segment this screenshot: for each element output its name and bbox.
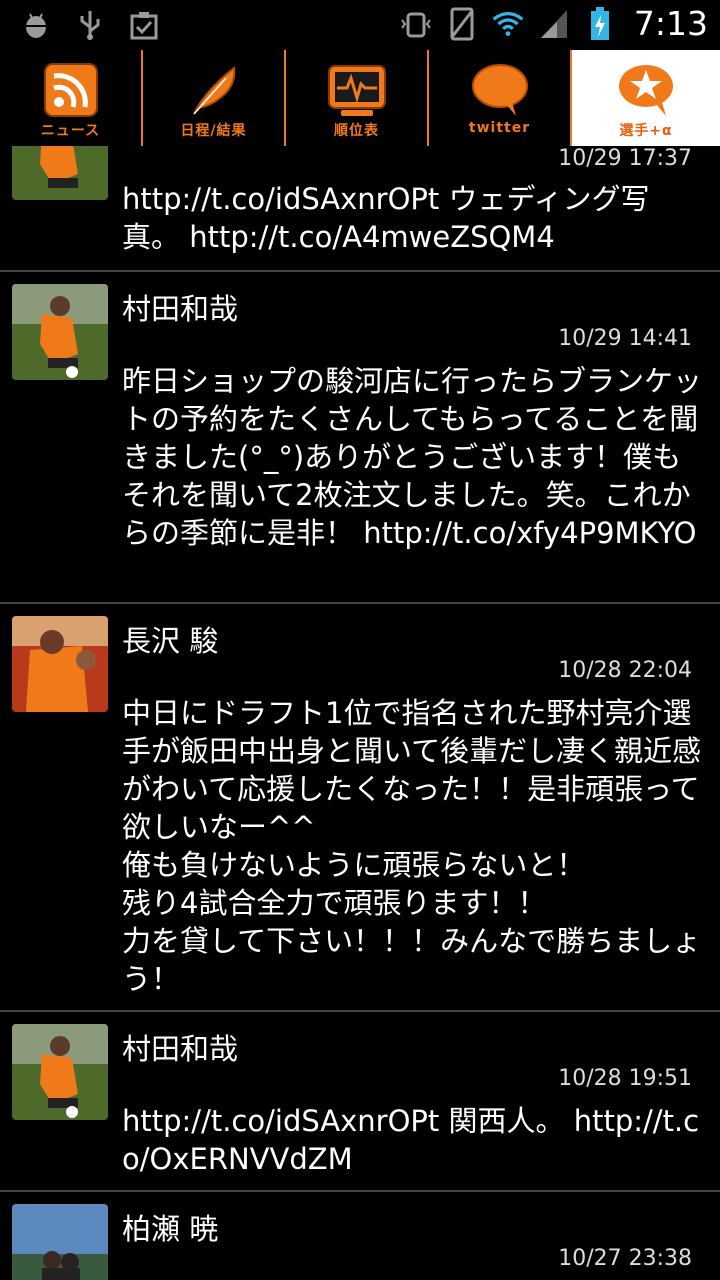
tab-bar: ニュース 日程/結果 順位表 twitter 選手+α — [0, 50, 720, 146]
tweet-item[interactable]: 柏瀬 暁 10/27 23:38 — [0, 1192, 720, 1280]
tab-schedule-label: 日程/結果 — [180, 123, 247, 139]
tweet-author: 村田和哉 — [122, 1032, 239, 1066]
tweet-time: 10/29 17:37 — [558, 146, 692, 171]
tab-twitter-label: twitter — [468, 120, 531, 136]
tab-news[interactable]: ニュース — [0, 50, 143, 146]
tweet-text: 中日にドラフト1位で指名された野村亮介選手が飯田中出身と聞いて後輩だし凄く親近感… — [122, 696, 702, 996]
battery-charging-icon — [584, 6, 616, 41]
avatar[interactable] — [12, 1204, 108, 1280]
tweet-item[interactable]: 村田和哉 10/28 19:51 http://t.co/idSAxnrOPt … — [0, 1012, 720, 1192]
avatar[interactable] — [12, 284, 108, 380]
tweet-text: 昨日ショップの駿河店に行ったらブランケットの予約をたくさんしてもらってることを聞… — [122, 364, 703, 550]
tweet-feed[interactable]: 10/29 17:37 http://t.co/idSAxnrOPt ウェディン… — [0, 146, 720, 1280]
status-bar: 7:13 — [0, 0, 720, 50]
tweet-time: 10/28 19:51 — [558, 1066, 692, 1091]
tab-players-label: 選手+α — [619, 123, 673, 139]
tweet-item[interactable]: 10/29 17:37 http://t.co/idSAxnrOPt ウェディン… — [0, 146, 720, 272]
rss-icon — [41, 62, 101, 118]
tweet-text: http://t.co/idSAxnrOPt 関西人。 http://t.co/… — [122, 1104, 700, 1176]
wifi-icon — [492, 7, 524, 41]
tweet-author: 村田和哉 — [122, 292, 239, 326]
clipboard-check-icon — [128, 8, 160, 42]
tweet-time: 10/28 22:04 — [558, 658, 692, 683]
tweet-time: 10/27 23:38 — [558, 1246, 692, 1271]
tweet-time: 10/29 14:41 — [558, 326, 692, 351]
speech-bubble-icon — [470, 62, 530, 118]
tab-standings[interactable]: 順位表 — [286, 50, 429, 146]
no-sim-icon — [446, 7, 478, 41]
tab-schedule[interactable]: 日程/結果 — [143, 50, 286, 146]
tab-standings-label: 順位表 — [334, 123, 379, 139]
tab-players[interactable]: 選手+α — [572, 50, 720, 146]
android-debug-icon — [20, 8, 52, 42]
signal-icon — [538, 7, 570, 41]
tweet-text: http://t.co/idSAxnrOPt ウェディング写真。 http://… — [122, 182, 650, 254]
usb-icon — [74, 8, 106, 42]
pulse-monitor-icon — [327, 62, 387, 118]
feather-icon — [184, 62, 244, 118]
star-bubble-icon — [616, 62, 676, 118]
avatar[interactable] — [12, 616, 108, 712]
avatar[interactable] — [12, 146, 108, 200]
avatar[interactable] — [12, 1024, 108, 1120]
tweet-author: 長沢 駿 — [122, 624, 219, 658]
tweet-item[interactable]: 長沢 駿 10/28 22:04 中日にドラフト1位で指名された野村亮介選手が飯… — [0, 604, 720, 1012]
tab-twitter[interactable]: twitter — [429, 50, 572, 146]
clock: 7:13 — [633, 4, 708, 43]
tweet-item[interactable]: 村田和哉 10/29 14:41 昨日ショップの駿河店に行ったらブランケットの予… — [0, 272, 720, 604]
tweet-author: 柏瀬 暁 — [122, 1212, 219, 1246]
tab-news-label: ニュース — [40, 123, 101, 139]
vibrate-lock-icon — [400, 7, 432, 41]
